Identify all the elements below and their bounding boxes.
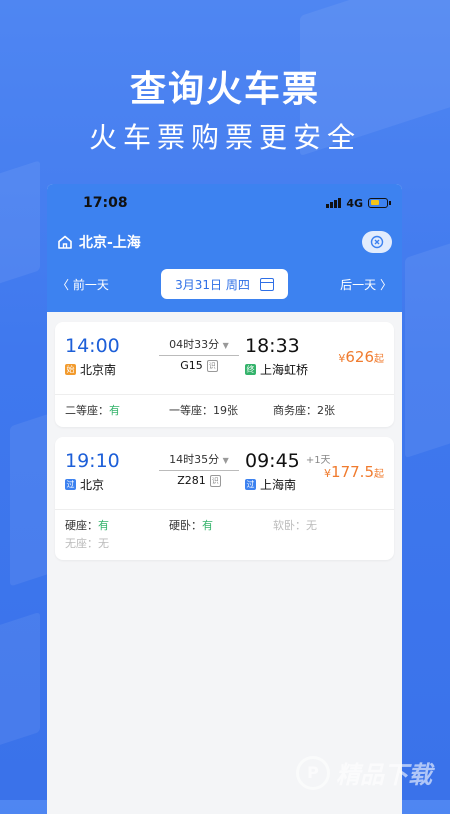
signal-icon xyxy=(326,198,342,208)
phone-screen: 17:08 4G 北京-上海 〈 前一天 3月31日 周四 后一天 〉 14:0… xyxy=(47,184,402,814)
status-bar: 17:08 4G xyxy=(47,184,402,222)
seat-standing: 无座：无 xyxy=(65,537,109,550)
train-card[interactable]: 14:00 始北京南 04时33分 ▼ G15 识 18:33 终上海虹桥 ¥62… xyxy=(55,322,394,427)
id-card-icon: 识 xyxy=(209,474,221,487)
departure-station: 北京南 xyxy=(80,363,117,377)
promo-title: 查询火车票 xyxy=(129,69,320,110)
dropdown-icon[interactable]: ▼ xyxy=(223,341,229,350)
departure-station: 北京 xyxy=(80,478,105,492)
date-picker[interactable]: 3月31日 周四 xyxy=(161,269,288,299)
seat-hard-seat: 硬座：有 xyxy=(65,519,109,532)
dropdown-icon[interactable]: ▼ xyxy=(223,456,229,465)
watermark: P 精品下载 xyxy=(296,755,432,790)
home-icon[interactable] xyxy=(57,234,73,250)
end-station-tag: 终 xyxy=(245,364,256,375)
network-label: 4G xyxy=(346,196,363,210)
start-station-tag: 始 xyxy=(65,364,76,375)
close-circle-icon xyxy=(370,235,384,249)
seat-hard-sleeper: 硬卧：有 xyxy=(169,519,213,532)
departure-time: 19:10 xyxy=(65,450,120,472)
seat-business-class: 商务座：2张 xyxy=(273,404,335,417)
departure-time: 14:00 xyxy=(65,335,120,357)
id-card-icon: 识 xyxy=(206,359,218,372)
date-label: 3月31日 周四 xyxy=(175,277,250,292)
seat-second-class: 二等座：有 xyxy=(65,404,120,417)
divider xyxy=(159,355,239,356)
watermark-logo-icon: P xyxy=(296,755,330,790)
promo-subtitle: 火车票购票更安全 xyxy=(88,121,361,154)
train-number: G15 xyxy=(180,359,203,372)
price: ¥626起 xyxy=(338,348,384,366)
calendar-icon xyxy=(259,277,274,291)
header: 北京-上海 〈 前一天 3月31日 周四 后一天 〉 xyxy=(47,222,402,312)
pass-station-tag: 过 xyxy=(245,479,256,490)
train-list: 14:00 始北京南 04时33分 ▼ G15 识 18:33 终上海虹桥 ¥62… xyxy=(47,312,402,580)
route-title: 北京-上海 xyxy=(79,235,141,251)
arrival-time: 09:45 xyxy=(245,450,300,472)
battery-icon xyxy=(368,198,391,208)
arrival-time: 18:33 xyxy=(245,335,300,357)
clear-button[interactable] xyxy=(362,231,392,253)
watermark-text: 精品下载 xyxy=(336,761,432,789)
train-number: Z281 xyxy=(177,474,206,487)
duration: 04时33分 xyxy=(169,338,220,351)
seat-first-class: 一等座：19张 xyxy=(169,404,238,417)
price: ¥177.5起 xyxy=(324,463,384,481)
prev-day-button[interactable]: 〈 前一天 xyxy=(57,276,109,293)
divider xyxy=(159,470,239,471)
status-time: 17:08 xyxy=(83,195,128,211)
train-card[interactable]: 19:10 过北京 14时35分 ▼ Z281 识 09:45 +1天 过上海南 … xyxy=(55,437,394,560)
duration: 14时35分 xyxy=(169,453,220,466)
arrival-station: 上海虹桥 xyxy=(260,363,309,377)
seat-soft-sleeper: 软卧：无 xyxy=(273,519,317,532)
arrival-station: 上海南 xyxy=(260,478,297,492)
next-day-button[interactable]: 后一天 〉 xyxy=(340,276,392,293)
pass-station-tag: 过 xyxy=(65,479,76,490)
